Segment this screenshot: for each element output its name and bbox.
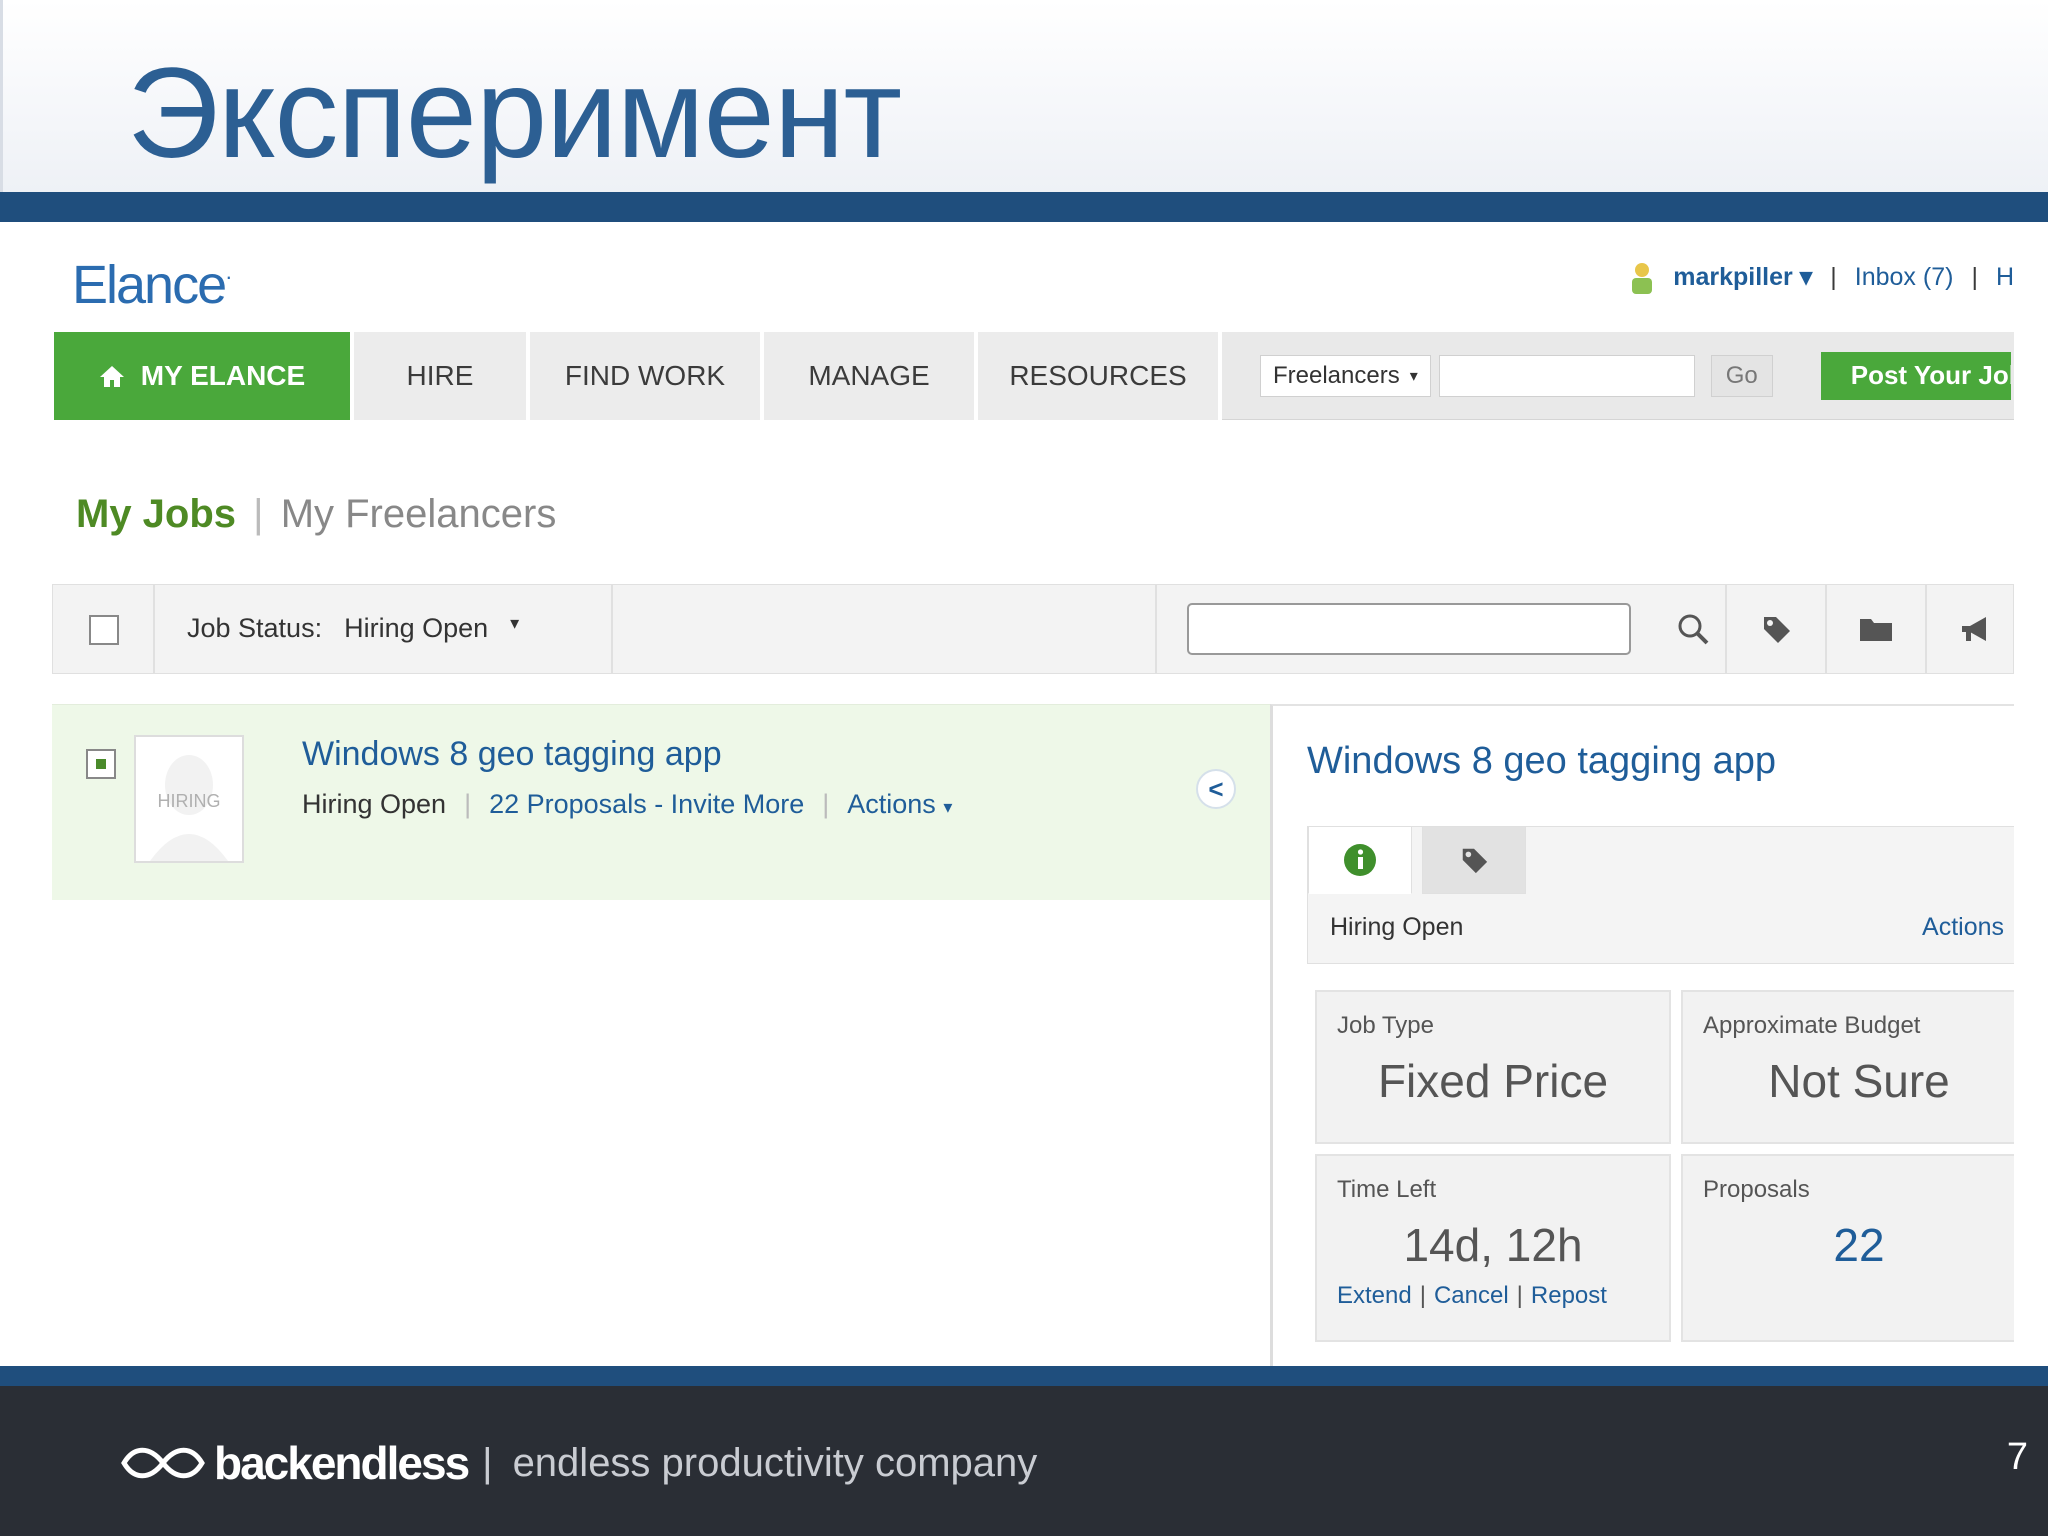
folder-button[interactable]: [1825, 585, 1925, 673]
nav-resources[interactable]: RESOURCES: [978, 332, 1222, 420]
divider: [1155, 585, 1157, 673]
proposals-card: Proposals 22: [1681, 1154, 2014, 1342]
nav-my-elance[interactable]: MY ELANCE: [54, 332, 354, 420]
tag-icon: [1462, 848, 1488, 874]
job-checkbox[interactable]: [86, 749, 116, 779]
page-number: 7: [2006, 1436, 2028, 1478]
card-value: 14d, 12h: [1403, 1219, 1583, 1271]
nav-hire[interactable]: HIRE: [354, 332, 530, 420]
card-label: Approximate Budget: [1703, 1012, 1921, 1039]
separator: |: [1419, 1282, 1426, 1309]
select-all-checkbox[interactable]: [89, 615, 119, 645]
separator: |: [253, 492, 264, 536]
user-menu[interactable]: markpiller ▾: [1673, 262, 1812, 292]
user-icon: [1629, 260, 1655, 294]
card-value: Fixed Price: [1377, 1055, 1609, 1107]
tab-info[interactable]: [1308, 826, 1412, 894]
job-actions-menu[interactable]: Actions ▾: [847, 789, 952, 820]
infinity-logo-icon: [121, 1447, 205, 1479]
slide-header: Эксперимент: [0, 0, 2048, 192]
slide-title: Эксперимент: [127, 42, 902, 185]
panel-title: Windows 8 geo tagging app: [1307, 740, 1776, 782]
separator: |: [822, 789, 830, 819]
job-status-filter[interactable]: Job Status: Hiring Open ▾: [187, 613, 519, 644]
jobs-subnav: My Jobs | My Freelancers: [76, 492, 556, 537]
card-value: 22: [1833, 1219, 1885, 1271]
inbox-link[interactable]: Inbox (7): [1855, 263, 1954, 292]
search-category-select[interactable]: Freelancers ▾: [1260, 354, 1431, 397]
separator: |: [482, 1440, 493, 1485]
job-title-link[interactable]: Windows 8 geo tagging app: [302, 735, 722, 774]
separator: |: [1830, 262, 1837, 291]
info-icon: [1344, 844, 1376, 876]
nav-find-work[interactable]: FIND WORK: [530, 332, 764, 420]
separator: |: [1516, 1282, 1523, 1309]
megaphone-icon: [1962, 617, 1986, 641]
job-status: Hiring Open: [302, 789, 447, 819]
nav-manage[interactable]: MANAGE: [764, 332, 978, 420]
status-filter-value: Hiring Open: [344, 613, 489, 643]
job-meta: Hiring Open | 22 Proposals - Invite More…: [302, 789, 952, 820]
home-icon: [99, 366, 124, 387]
time-left-card: Time Left 14d, 12h Extend | Cancel | Rep…: [1315, 1154, 1671, 1342]
elance-logo[interactable]: Elance·: [72, 254, 233, 316]
elance-topbar: Elance· markpiller ▾ | Inbox (7) | H: [36, 240, 2014, 332]
nav-search: Freelancers ▾ Go Post Your Job: [1260, 332, 2011, 419]
go-button[interactable]: Go: [1710, 354, 1773, 397]
card-label: Proposals: [1703, 1176, 1810, 1203]
card-label: Job Type: [1337, 1012, 1434, 1039]
main-nav: MY ELANCE HIRE FIND WORK MANAGE RESOURCE…: [54, 332, 2014, 420]
panel-status: Hiring Open: [1330, 913, 1464, 941]
tab-my-freelancers[interactable]: My Freelancers: [281, 492, 557, 536]
checkbox-mark: [96, 759, 106, 769]
user-bar: markpiller ▾ | Inbox (7) | H: [1629, 260, 2014, 294]
caret-down-icon: ▾: [943, 797, 953, 817]
search-category-label: Freelancers: [1273, 361, 1400, 389]
caret-down-icon: ▾: [1799, 263, 1813, 291]
card-value: Not Sure: [1768, 1055, 1950, 1107]
cancel-link[interactable]: Cancel: [1434, 1282, 1509, 1310]
repost-link[interactable]: Repost: [1531, 1282, 1607, 1310]
brand-tagline: endless productivity company: [512, 1440, 1038, 1485]
proposals-link[interactable]: 22 Proposals - Invite More: [489, 789, 804, 820]
search-icon: [1678, 614, 1709, 645]
job-thumbnail: HIRING: [134, 735, 244, 863]
hiring-label: HIRING: [157, 791, 221, 811]
job-type-card: Job Type Fixed Price: [1315, 990, 1671, 1144]
time-left-links: Extend | Cancel | Repost: [1337, 1282, 1607, 1310]
folder-icon: [1860, 619, 1892, 641]
status-filter-label: Job Status:: [187, 613, 323, 643]
job-detail-panel: Windows 8 geo tagging app Hiring Open Ac…: [1270, 704, 2014, 1366]
extend-link[interactable]: Extend: [1337, 1282, 1412, 1310]
jobs-toolbar: Job Status: Hiring Open ▾: [52, 584, 2014, 674]
post-job-button[interactable]: Post Your Job: [1820, 351, 2011, 400]
panel-actions-link[interactable]: Actions: [1922, 913, 2004, 942]
card-label: Time Left: [1337, 1176, 1437, 1203]
tag-icon: [1764, 617, 1790, 643]
divider: [611, 585, 613, 673]
budget-card: Approximate Budget Not Sure: [1681, 990, 2014, 1144]
separator: |: [1971, 262, 1978, 291]
brand-name: backendless: [214, 1437, 470, 1489]
tab-my-jobs[interactable]: My Jobs: [76, 492, 236, 536]
tag-button[interactable]: [1725, 585, 1825, 673]
jobs-search-input[interactable]: [1187, 603, 1631, 655]
backendless-logo: backendless | endless productivity compa…: [118, 1436, 1037, 1490]
header-rule: [0, 192, 2048, 222]
collapse-left-icon[interactable]: <: [1196, 769, 1236, 809]
job-row[interactable]: HIRING Windows 8 geo tagging app Hiring …: [52, 704, 1292, 900]
panel-tabs: Hiring Open Actions: [1307, 826, 2014, 964]
divider: [153, 585, 155, 673]
help-link[interactable]: H: [1996, 263, 2014, 292]
nav-label: MY ELANCE: [140, 360, 306, 391]
tab-tags[interactable]: [1422, 826, 1526, 894]
caret-down-icon: ▾: [510, 613, 520, 633]
caret-down-icon: ▾: [1409, 367, 1418, 385]
elance-screenshot: Elance· markpiller ▾ | Inbox (7) | H MY …: [36, 240, 2014, 1366]
search-input[interactable]: [1438, 354, 1695, 397]
separator: |: [464, 789, 472, 819]
announce-button[interactable]: [1925, 585, 2014, 673]
